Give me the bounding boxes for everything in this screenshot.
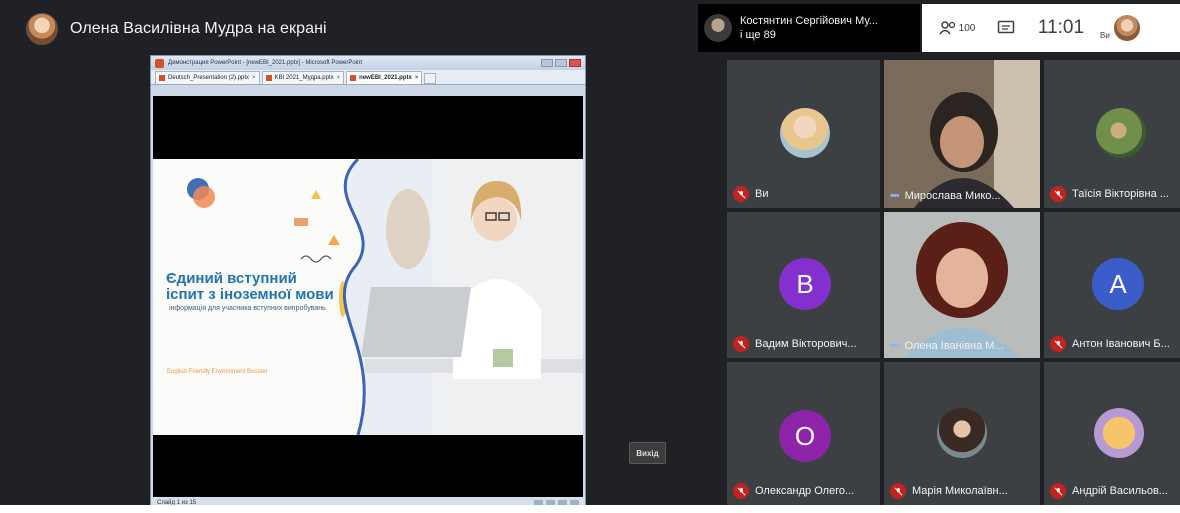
- window-controls: [541, 59, 581, 67]
- participant-avatar: В: [779, 258, 831, 310]
- participant-tile[interactable]: ••• Олена Іванівна М...: [884, 212, 1040, 358]
- pptx-icon: [265, 75, 272, 81]
- participant-avatar: О: [779, 410, 831, 462]
- participant-tile[interactable]: ••• Мирослава Мико...: [884, 60, 1040, 208]
- participant-tile[interactable]: О Олександр Олего...: [727, 362, 880, 505]
- presentation-titlebar: Демонстрация PowerPoint - [newEBI_2021.p…: [151, 56, 585, 70]
- tab-close-icon: ×: [414, 75, 419, 81]
- participant-name: Антон Іванович Б...: [1072, 338, 1170, 350]
- tab-close-icon: ×: [336, 75, 341, 81]
- speaking-indicator-icon: •••: [890, 340, 900, 352]
- minimize-icon: [541, 59, 553, 67]
- slide-viewport: Єдиний вступний іспит з іноземної мови і…: [153, 96, 583, 499]
- shared-presentation-window: Демонстрация PowerPoint - [newEBI_2021.p…: [150, 55, 586, 510]
- mic-off-icon: [1050, 483, 1066, 499]
- chat-button[interactable]: [984, 20, 1028, 36]
- clock: 11:01: [1037, 17, 1085, 38]
- slide-footer: English-Friendly Environment Booster: [167, 369, 268, 375]
- presenter-name: Олена Василівна Мудра на екрані: [70, 20, 327, 37]
- participants-button[interactable]: 100: [930, 21, 984, 35]
- presentation-tab: KBI 2021_Мудра.pptx ×: [261, 71, 345, 84]
- participant-name: Ви: [755, 188, 769, 200]
- participant-tile[interactable]: В Вадим Вікторович...: [727, 212, 880, 358]
- presentation-tab-active: newEBI_2021.pptx ×: [346, 71, 423, 84]
- participant-video: [884, 60, 1040, 208]
- exit-button[interactable]: Вихід: [629, 442, 666, 464]
- mic-off-icon: [733, 186, 749, 202]
- presenter-avatar: [26, 13, 58, 45]
- close-icon: [569, 59, 581, 67]
- powerpoint-icon: [155, 58, 164, 68]
- participant-name: Олександр Олего...: [755, 485, 855, 497]
- participants-count: 100: [958, 22, 976, 34]
- slide-subtitle: інформація для учасника вступних випробу…: [169, 305, 326, 312]
- presentation-tabs: Deutsch_Presentation (2).pptx × KBI 2021_…: [151, 70, 585, 85]
- presenter-header: Олена Василівна Мудра на екрані: [26, 12, 327, 46]
- participant-name: Андрій Васильов...: [1072, 485, 1168, 497]
- pptx-icon: [350, 75, 357, 81]
- mic-off-icon: [733, 336, 749, 352]
- participant-tile[interactable]: А Антон Іванович Б...: [1044, 212, 1180, 358]
- bottom-edge: [0, 505, 1180, 513]
- participant-name: Марія Миколаївн...: [912, 485, 1008, 497]
- meet-window: Олена Василівна Мудра на екрані Демонстр…: [0, 0, 1180, 513]
- mic-off-icon: [1050, 186, 1066, 202]
- maximize-icon: [555, 59, 567, 67]
- presentation-window-title: Демонстрация PowerPoint - [newEBI_2021.p…: [168, 60, 363, 66]
- mic-off-icon: [1050, 336, 1066, 352]
- meet-controls: 100 11:01 Ви: [922, 4, 1180, 52]
- participant-avatar: А: [1092, 258, 1144, 310]
- pptx-icon: [159, 75, 165, 81]
- you-label: Ви: [1100, 30, 1110, 40]
- speaking-indicator-icon: •••: [890, 190, 900, 202]
- participant-name: Таїсія Вікторівна ...: [1072, 188, 1169, 200]
- participant-name: Вадим Вікторович...: [755, 338, 857, 350]
- participant-avatar: [1096, 108, 1146, 158]
- new-tab-icon: [424, 73, 437, 84]
- participant-tile[interactable]: Ви: [727, 60, 880, 208]
- chat-icon: [997, 20, 1015, 34]
- slide-title: Єдиний вступний іспит з іноземної мови: [166, 270, 334, 303]
- participant-tile[interactable]: Таїсія Вікторівна ...: [1044, 60, 1180, 208]
- self-avatar[interactable]: [1113, 15, 1140, 41]
- speaker-more: і ще 89: [740, 29, 776, 41]
- speaker-name: Костянтин Сергійович Му...: [740, 15, 878, 27]
- participant-tile[interactable]: Андрій Васильов...: [1044, 362, 1180, 505]
- participant-tile[interactable]: Марія Миколаївн...: [884, 362, 1040, 505]
- participant-avatar: [937, 408, 987, 458]
- people-icon: [939, 21, 955, 35]
- tab-close-icon: ×: [252, 75, 256, 81]
- slide: Єдиний вступний іспит з іноземної мови і…: [153, 159, 583, 435]
- participant-avatar: [1094, 408, 1144, 458]
- mic-off-icon: [890, 483, 906, 499]
- speaker-avatar: [704, 14, 732, 42]
- participant-name: Олена Іванівна М...: [904, 340, 1004, 352]
- participant-video: [884, 212, 1040, 358]
- presentation-tab: Deutsch_Presentation (2).pptx ×: [155, 71, 260, 84]
- mic-off-icon: [733, 483, 749, 499]
- participant-name: Мирослава Мико...: [904, 190, 1001, 202]
- active-speaker-bar: Костянтин Сергійович Му... і ще 89: [698, 4, 920, 52]
- participant-avatar: [780, 108, 830, 158]
